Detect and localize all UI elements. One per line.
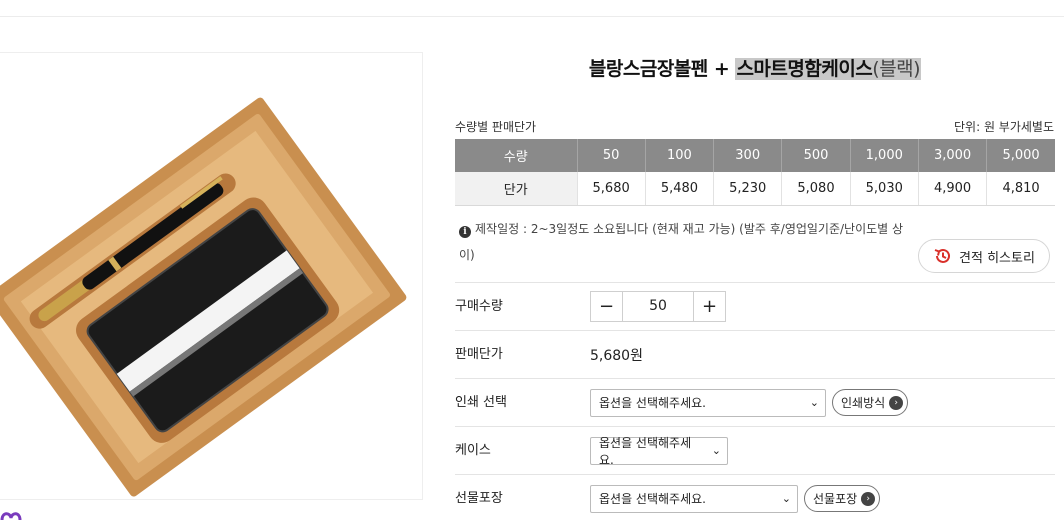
increase-button[interactable]: +: [694, 292, 725, 321]
title-main: 블랑스금장볼펜 +: [588, 58, 736, 80]
quantity-header: 수량: [455, 139, 578, 172]
title-highlight: 스마트명함케이스(블랙): [735, 58, 922, 80]
arrow-right-icon: ›: [861, 491, 876, 506]
price-cell: 5,080: [781, 172, 851, 206]
gift-wrap-select[interactable]: 옵션을 선택해주세요. ⌄: [590, 484, 798, 513]
price-cell: 5,680: [577, 172, 646, 206]
print-method-button[interactable]: 인쇄방식 ›: [832, 389, 909, 416]
heart-icon: [0, 512, 22, 521]
quantity-label: 구매수량: [455, 299, 503, 314]
chevron-down-icon: ⌄: [711, 444, 721, 457]
case-option-label: 케이스: [455, 443, 491, 458]
unit-price-label: 판매단가: [455, 347, 503, 362]
unit-price-row: 판매단가 5,680원: [455, 330, 1055, 378]
decrease-button[interactable]: −: [591, 292, 622, 321]
unit-price-value: 5,680원: [590, 347, 643, 364]
price-cell: 5,030: [850, 172, 919, 206]
notice-text: 제작일정 : 2~3일정도 소요됩니다 (현재 재고 가능) (발주 후/영업일…: [459, 222, 904, 262]
chevron-down-icon: ⌄: [809, 396, 819, 409]
print-option-selected: 옵션을 선택해주세요.: [599, 396, 706, 410]
quantity-cell: 100: [645, 139, 715, 172]
print-method-label: 인쇄방식: [841, 396, 886, 410]
price-row-header: 단가: [455, 172, 578, 206]
gift-wrap-label: 선물포장: [455, 491, 503, 506]
product-title: 블랑스금장볼펜 + 스마트명함케이스(블랙): [455, 54, 1055, 81]
quantity-cell: 5,000: [986, 139, 1055, 172]
gift-wrap-row: 선물포장 옵션을 선택해주세요. ⌄ 선물포장 ›: [455, 474, 1055, 522]
price-cell: 5,480: [645, 172, 715, 206]
quantity-cell: 1,000: [850, 139, 919, 172]
price-unit-note: 단위: 원 부가세별도: [954, 120, 1054, 134]
quantity-cell: 500: [781, 139, 851, 172]
print-option-row: 인쇄 선택 옵션을 선택해주세요. ⌄ 인쇄방식 ›: [455, 378, 1055, 426]
case-option-selected: 옵션을 선택해주세요.: [599, 435, 692, 467]
quantity-row-field: 구매수량 − 50 +: [455, 282, 1055, 330]
case-option-select[interactable]: 옵션을 선택해주세요. ⌄: [590, 435, 728, 467]
price-table: 수량 50 100 300 500 1,000 3,000 5,000 단가 5…: [455, 139, 1055, 206]
price-cell: 5,230: [713, 172, 783, 206]
top-divider: [0, 16, 1064, 17]
quantity-cell: 50: [577, 139, 646, 172]
price-cell: 4,900: [918, 172, 988, 206]
arrow-right-icon: ›: [889, 395, 904, 410]
gift-wrap-button[interactable]: 선물포장 ›: [804, 485, 881, 512]
quantity-cell: 300: [713, 139, 783, 172]
history-icon: [934, 248, 951, 263]
product-image: [0, 52, 423, 500]
print-option-select[interactable]: 옵션을 선택해주세요. ⌄: [590, 388, 826, 417]
chevron-down-icon: ⌄: [781, 492, 791, 505]
price-row: 단가 5,680 5,480 5,230 5,080 5,030 4,900 4…: [455, 172, 1055, 206]
quantity-cell: 3,000: [918, 139, 988, 172]
gift-wrap-selected: 옵션을 선택해주세요.: [599, 492, 706, 506]
print-option-label: 인쇄 선택: [455, 395, 507, 410]
quote-history-label: 견적 히스토리: [959, 250, 1035, 266]
quantity-input[interactable]: 50: [622, 292, 694, 321]
info-icon: i: [459, 226, 471, 238]
quantity-row: 수량 50 100 300 500 1,000 3,000 5,000: [455, 139, 1055, 172]
quote-history-button[interactable]: 견적 히스토리: [918, 239, 1050, 273]
price-cell: 4,810: [986, 172, 1055, 206]
production-notice: i 제작일정 : 2~3일정도 소요됩니다 (현재 재고 가능) (발주 후/영업…: [459, 216, 909, 268]
case-option-row: 케이스 옵션을 선택해주세요. ⌄: [455, 426, 1055, 474]
quantity-stepper: − 50 +: [590, 291, 726, 322]
price-table-caption: 수량별 판매단가: [455, 120, 537, 134]
gift-wrap-button-label: 선물포장: [813, 492, 858, 506]
